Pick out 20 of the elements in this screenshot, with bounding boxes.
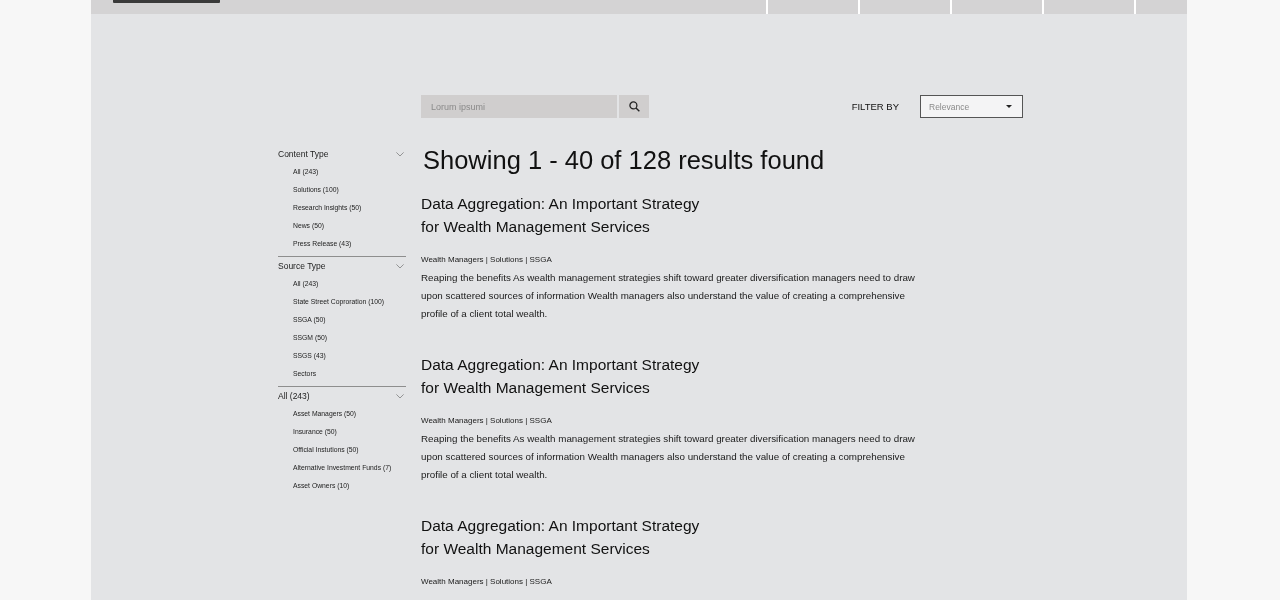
chevron-down-icon: [396, 393, 404, 399]
results-heading: Showing 1 - 40 of 128 results found: [423, 145, 825, 175]
chevron-down-icon: [396, 263, 404, 269]
search-button[interactable]: [619, 95, 649, 118]
result-title-link[interactable]: Data Aggregation: An Important Strategy for Wealth Management Services: [421, 353, 721, 399]
search-field[interactable]: Lorum ipsumi: [421, 95, 617, 118]
caret-icon: [1006, 105, 1012, 108]
filter-section-header[interactable]: Content Type: [278, 145, 406, 163]
result-title-link[interactable]: Data Aggregation: An Important Strategy for Wealth Management Services: [421, 514, 721, 560]
search-icon: [628, 101, 640, 112]
result-summary: Reaping the benefits As wealth management strategies shift toward greater diversification managers need to draw upon scattered sources of information Wealth managers also understand the value of creating a comprehensive profile of a client total wealth.: [421, 432, 916, 482]
result-title-link[interactable]: Data Aggregation: An Important Strategy for Wealth Management Services: [421, 192, 721, 238]
result-tags: Wealth Managers | Solutions | SSGA: [421, 575, 552, 589]
filter-section-header[interactable]: Source Type: [278, 257, 406, 275]
chevron-down-icon: [396, 151, 404, 157]
result-tags: Wealth Managers | Solutions | SSGA: [421, 253, 552, 267]
result-tags: Wealth Managers | Solutions | SSGA: [421, 414, 552, 428]
filter-section-header[interactable]: All (243): [278, 387, 406, 405]
result-summary: Reaping the benefits As wealth management strategies shift toward greater diversification managers need to draw upon scattered sources of information Wealth managers also understand the value of creating a comprehensive profile of a client total wealth.: [421, 271, 916, 321]
filter-label: FILTER BY: [851, 101, 899, 112]
